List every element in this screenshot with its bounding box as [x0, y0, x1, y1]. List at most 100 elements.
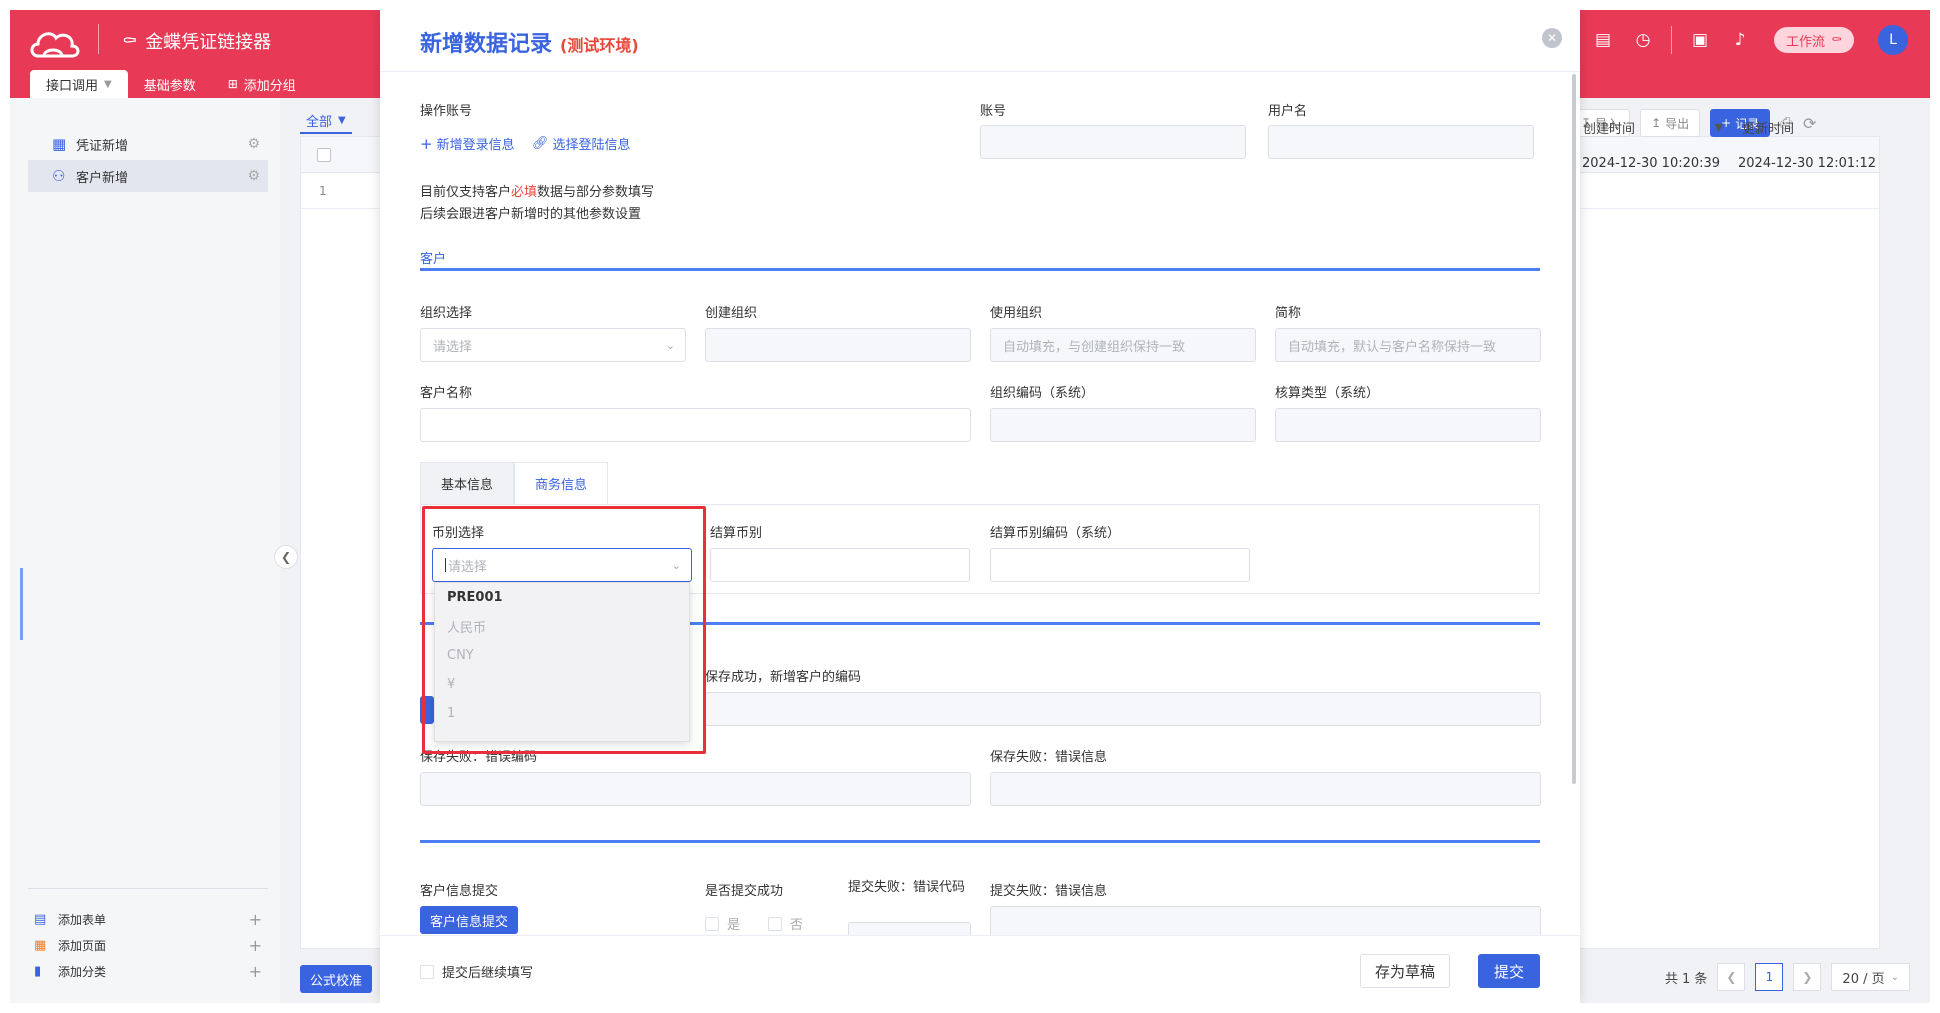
note-line-1: 目前仅支持客户必填数据与部分参数填写	[420, 182, 654, 204]
select-all-checkbox[interactable]	[317, 148, 331, 162]
select-login-link[interactable]: 🔗︎ 选择登陆信息	[532, 134, 631, 153]
column-created-time[interactable]: 创建时间 ▼	[1583, 109, 1733, 145]
account-field[interactable]	[980, 125, 1246, 159]
account-type-field[interactable]	[1275, 408, 1541, 442]
checkbox[interactable]	[705, 916, 719, 931]
dropdown-option[interactable]: CNY	[435, 641, 689, 670]
customer-name-field[interactable]	[420, 408, 971, 442]
settle-currency-code-label: 结算币别编码（系统）	[990, 526, 1121, 541]
add-page-item[interactable]: ▦ 添加页面 +	[28, 932, 268, 958]
chevron-down-icon: ⌄	[1890, 971, 1899, 983]
settle-currency-field[interactable]	[710, 548, 970, 582]
refresh-icon[interactable]: ⟳	[1803, 114, 1816, 133]
dropdown-option[interactable]: PRE001	[435, 583, 689, 612]
add-login-link[interactable]: + 新增登录信息	[420, 134, 515, 154]
use-org-field[interactable]: 自动填充，与创建组织保持一致	[990, 328, 1256, 362]
collapse-sidebar-button[interactable]: ❮	[274, 545, 298, 569]
customer-submit-button[interactable]: 客户信息提交	[420, 906, 519, 934]
close-icon[interactable]: ✕	[1542, 28, 1562, 48]
modal-title: 新增数据记录 (测试环境)	[420, 26, 639, 58]
save-draft-button[interactable]: 存为草稿	[1359, 954, 1450, 988]
workflow-label: 工作流	[1786, 34, 1826, 50]
continue-label: 提交后继续填写	[442, 966, 534, 981]
note-required: 必填	[511, 185, 538, 200]
submit-success-yes[interactable]: 是	[705, 914, 740, 933]
continue-after-submit[interactable]: 提交后继续填写	[420, 962, 533, 981]
clipboard-icon[interactable]: ▣	[1680, 24, 1720, 56]
env-badge: (测试环境)	[560, 36, 639, 55]
settle-currency-label: 结算币别	[710, 526, 763, 541]
checkbox[interactable]	[420, 964, 434, 979]
avatar[interactable]: L	[1878, 25, 1908, 55]
gear-icon[interactable]: ⚙	[247, 168, 260, 184]
plus-icon[interactable]: +	[249, 910, 262, 929]
formula-calibrate-button[interactable]: 公式校准	[300, 965, 373, 993]
column-updated-time[interactable]: 更新时间	[1742, 109, 1794, 145]
save-fail-msg-field[interactable]	[990, 772, 1541, 806]
plus-icon: +	[420, 134, 433, 153]
sidebar-footer-label: 添加分类	[58, 964, 107, 979]
document-icon[interactable]: ▤	[1583, 24, 1623, 56]
add-category-item[interactable]: ▮ 添加分类 +	[28, 958, 268, 984]
section-divider	[420, 268, 1540, 271]
tab-label: 添加分组	[243, 78, 296, 94]
chevron-left-icon: ❮	[280, 550, 292, 564]
filter-all-dropdown[interactable]: 全部 ▼	[300, 108, 352, 134]
plus-icon[interactable]: +	[249, 936, 262, 955]
submit-success-label: 是否提交成功	[705, 884, 784, 899]
tab-basic-info[interactable]: 基本信息	[420, 462, 515, 504]
next-page-button[interactable]: ❯	[1793, 963, 1822, 991]
sidebar: ▦ 凭证新增 ⚙ ⚇ 客户新增 ⚙ ▤ 添加表单 + ▦ 添加页面 + ▮ 添加…	[10, 98, 280, 1003]
no-label: 否	[790, 918, 804, 933]
users-icon: ⚇	[52, 167, 66, 185]
sidebar-item-customer-add[interactable]: ⚇ 客户新增 ⚙	[28, 160, 268, 192]
checkbox[interactable]	[768, 916, 782, 931]
current-page-button[interactable]: 1	[1755, 963, 1784, 991]
short-name-field[interactable]: 自动填充，默认与客户名称保持一致	[1275, 328, 1541, 362]
top-icons: ▤ ◷ ▣ ♪ 工作流 ⚰ L	[1583, 24, 1930, 56]
sidebar-item-label: 客户新增	[76, 170, 129, 186]
clock-icon[interactable]: ◷	[1623, 24, 1663, 56]
org-code-field[interactable]	[990, 408, 1256, 442]
chevron-down-icon: ⌄	[665, 338, 675, 352]
cell-text: 2024-12-30 12:01:12	[1738, 155, 1877, 171]
add-form-item[interactable]: ▤ 添加表单 +	[28, 906, 268, 932]
modal-header: 新增数据记录 (测试环境) ✕	[380, 10, 1580, 72]
sidebar-item-voucher-add[interactable]: ▦ 凭证新增 ⚙	[28, 128, 268, 160]
formula-label: 公式校准	[310, 973, 363, 989]
settle-currency-code-field[interactable]	[990, 548, 1250, 582]
save-draft-label: 存为草稿	[1374, 962, 1435, 981]
filter-triangle-icon[interactable]: ▼	[1715, 121, 1723, 134]
prev-page-button[interactable]: ❮	[1717, 963, 1746, 991]
dropdown-option[interactable]: 人民币	[435, 612, 689, 641]
create-org-field[interactable]	[705, 328, 971, 362]
submit-success-no[interactable]: 否	[768, 914, 803, 933]
plus-icon[interactable]: +	[249, 962, 262, 981]
dropdown-option[interactable]: ¥	[435, 670, 689, 699]
page-size-select[interactable]: 20 / 页 ⌄	[1831, 963, 1910, 991]
gear-icon[interactable]: ⚙	[247, 136, 260, 152]
info-note: 目前仅支持客户必填数据与部分参数填写 后续会跟进客户新增时的其他参数设置	[420, 182, 654, 226]
workflow-button[interactable]: 工作流 ⚰	[1774, 27, 1854, 53]
app-title-text: 金蝶凭证链接器	[145, 32, 272, 53]
save-fail-code-field[interactable]	[420, 772, 971, 806]
dropdown-option[interactable]: 1	[435, 699, 689, 728]
modal-scrollbar[interactable]	[1572, 74, 1576, 784]
tab-basic-params[interactable]: 基础参数	[128, 70, 212, 98]
folder-icon: ▮	[34, 963, 42, 979]
use-org-label: 使用组织	[990, 306, 1043, 321]
sidebar-footer-label: 添加页面	[58, 938, 107, 953]
username-field[interactable]	[1268, 125, 1534, 159]
sidebar-footer-label: 添加表单	[58, 912, 107, 927]
cell-text: 2024-12-30 10:20:39	[1582, 155, 1721, 171]
save-success-code-field[interactable]	[705, 692, 1541, 726]
org-select-label: 组织选择	[420, 306, 473, 321]
tab-interface-call[interactable]: 接口调用 ▼	[30, 70, 128, 98]
org-select[interactable]: 请选择 ⌄	[420, 328, 686, 362]
tab-add-group[interactable]: ⊞ 添加分组	[212, 70, 312, 98]
org-tree-icon: ⚰	[1831, 32, 1842, 48]
cell-updated-time: 2024-12-30 12:01:12	[1738, 145, 1876, 181]
tab-business-info[interactable]: 商务信息	[514, 462, 609, 504]
submit-button[interactable]: 提交	[1477, 954, 1540, 988]
bell-icon[interactable]: ♪	[1720, 24, 1760, 56]
